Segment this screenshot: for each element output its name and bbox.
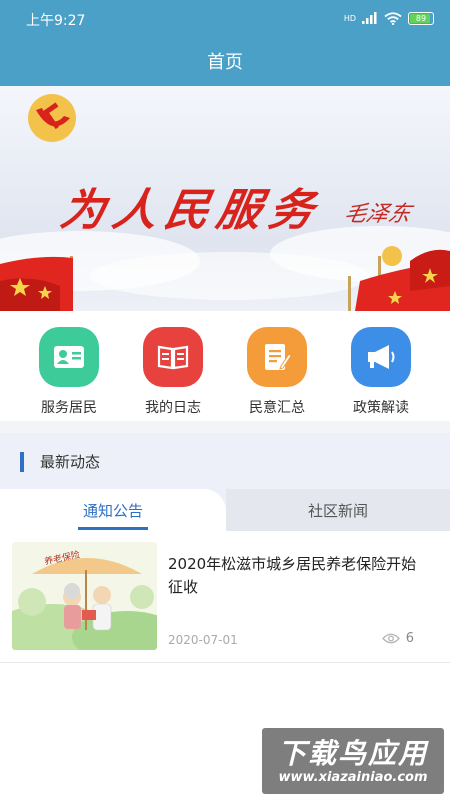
book-icon [143, 327, 203, 387]
section-marker [20, 452, 24, 472]
menu-item-diary[interactable]: 我的日志 [128, 327, 218, 417]
menu-label: 政策解读 [353, 400, 409, 416]
tab-community-news[interactable]: 社区新闻 [226, 489, 450, 531]
site-watermark: 下载鸟应用 www.xiazainiao.com [262, 728, 444, 794]
news-headline: 2020年松滋市城乡居民养老保险开始征收 [168, 555, 417, 596]
quick-menu: 服务居民 我的日志 民意汇总 政策解读 [0, 311, 450, 421]
tab-announcements[interactable]: 通知公告 [0, 489, 226, 531]
title-bar: 首页 [0, 36, 450, 86]
menu-label: 我的日志 [145, 400, 201, 416]
banner-signature: 毛泽东 [341, 202, 414, 227]
megaphone-icon [351, 327, 411, 387]
news-section-header: 最新动态 [0, 433, 450, 489]
network-label: HD [343, 13, 356, 23]
watermark-title: 下载鸟应用 [277, 737, 428, 770]
menu-item-policy[interactable]: 政策解读 [336, 327, 426, 417]
view-count: 6 [381, 631, 414, 646]
section-title: 最新动态 [40, 453, 101, 471]
list-item[interactable]: 养老保险 2020年松滋市城乡居民养老保险开始征收 2020-07-01 6 [0, 531, 450, 663]
active-tab-indicator [78, 527, 148, 530]
news-thumbnail: 养老保险 [12, 542, 157, 650]
id-card-icon [39, 327, 99, 387]
menu-label: 民意汇总 [249, 400, 305, 416]
party-emblem-icon [28, 94, 76, 142]
wifi-icon [384, 11, 402, 25]
app-header: 上午9:27 HD 89 首页 [0, 0, 450, 86]
view-count-value: 6 [405, 631, 414, 646]
watermark-url: www.xiazainiao.com [278, 770, 428, 785]
menu-item-opinion[interactable]: 民意汇总 [232, 327, 322, 417]
battery-level: 89 [415, 13, 427, 23]
signal-icon [362, 12, 377, 24]
news-date: 2020-07-01 [168, 633, 238, 647]
menu-item-service[interactable]: 服务居民 [24, 327, 114, 417]
document-edit-icon [247, 327, 307, 387]
status-bar: 上午9:27 HD 89 [0, 0, 450, 36]
news-tabs: 社区新闻 通知公告 [0, 489, 450, 531]
banner-carousel[interactable]: 为人民服务 毛泽东 [0, 86, 450, 311]
menu-label: 服务居民 [41, 400, 97, 416]
eye-icon [381, 633, 400, 644]
status-icons: HD 89 [344, 10, 434, 26]
page-title: 首页 [207, 52, 243, 73]
section-divider [0, 421, 450, 433]
banner-slogan: 为人民服务 [56, 185, 326, 236]
status-time: 上午9:27 [26, 13, 86, 29]
battery-icon: 89 [408, 11, 434, 25]
